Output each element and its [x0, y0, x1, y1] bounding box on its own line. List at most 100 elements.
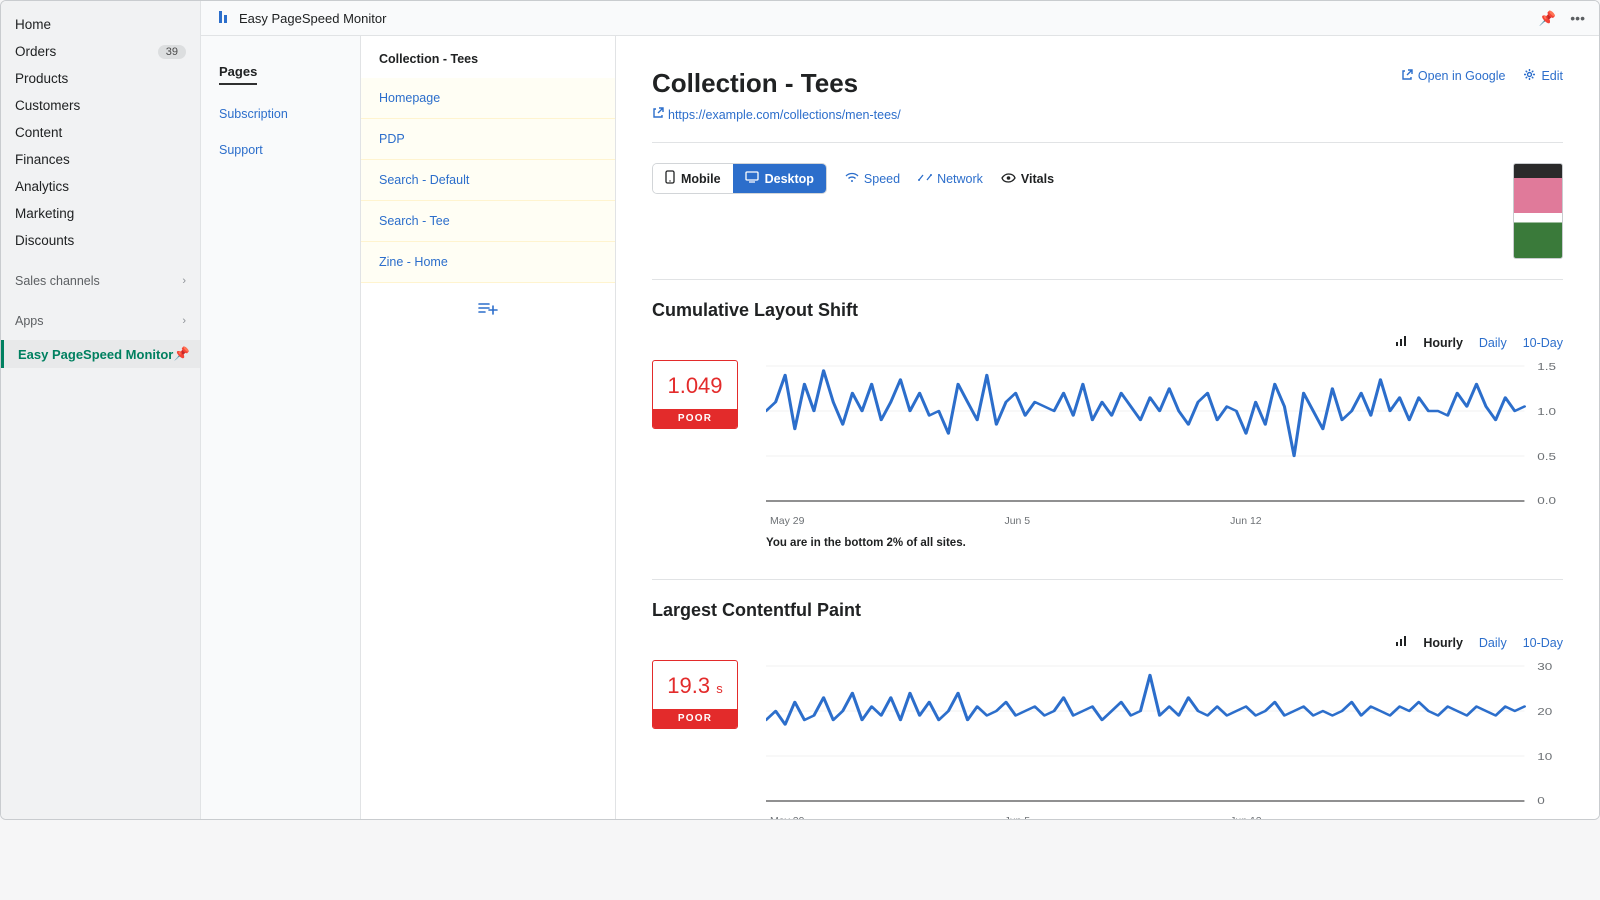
nav-customers[interactable]: Customers — [1, 92, 200, 119]
label: Network — [937, 172, 983, 186]
open-in-google-button[interactable]: Open in Google — [1401, 68, 1506, 84]
metric-title-cls: Cumulative Layout Shift — [652, 300, 1563, 321]
add-page-button[interactable] — [361, 283, 615, 336]
range-row-lcp: Hourly Daily 10-Day — [652, 635, 1563, 650]
bar-chart-icon[interactable] — [1395, 335, 1407, 350]
score-card-cls: 1.049 POOR — [652, 360, 738, 429]
gear-icon — [1523, 68, 1536, 84]
page-url-link[interactable]: https://example.com/collections/men-tees… — [652, 107, 901, 122]
tab-speed[interactable]: Speed — [845, 172, 900, 186]
main-column: Easy PageSpeed Monitor 📌 ••• Pages Subsc… — [201, 1, 1599, 819]
topbar-left: Easy PageSpeed Monitor — [215, 9, 386, 28]
sidebar-page-list: Collection - Tees Homepage PDP Search - … — [361, 36, 616, 819]
svg-text:0: 0 — [1537, 794, 1545, 806]
nav-label: Content — [15, 125, 62, 140]
tab-pages[interactable]: Pages — [219, 64, 257, 85]
external-link-icon — [1401, 69, 1413, 84]
nav-finances[interactable]: Finances — [1, 146, 200, 173]
xtick: Jun 12 — [1230, 815, 1262, 819]
link-support[interactable]: Support — [219, 143, 342, 157]
label: Mobile — [681, 172, 721, 186]
head-actions: Open in Google Edit — [1401, 68, 1563, 84]
page-thumbnail — [1513, 163, 1563, 259]
nav-label: Products — [15, 71, 68, 86]
nav-products[interactable]: Products — [1, 65, 200, 92]
nav-section-apps[interactable]: Apps › — [1, 308, 200, 334]
range-daily[interactable]: Daily — [1479, 636, 1507, 650]
score-value-cls: 1.049 — [653, 361, 737, 409]
label: Speed — [864, 172, 900, 186]
desktop-icon — [745, 171, 759, 186]
range-hourly[interactable]: Hourly — [1423, 636, 1463, 650]
score-card-lcp: 19.3 s POOR — [652, 660, 738, 729]
more-button[interactable]: ••• — [1570, 10, 1585, 26]
xtick: May 29 — [770, 815, 804, 819]
page-item-search-tee[interactable]: Search - Tee — [361, 201, 615, 242]
nav-orders[interactable]: Orders 39 — [1, 38, 200, 65]
nav-label: Home — [15, 17, 51, 32]
nav-marketing[interactable]: Marketing — [1, 200, 200, 227]
playlist-add-icon — [478, 301, 498, 315]
device-mobile-button[interactable]: Mobile — [653, 164, 733, 193]
label: Desktop — [765, 172, 814, 186]
page-item-search-default[interactable]: Search - Default — [361, 160, 615, 201]
nav-analytics[interactable]: Analytics — [1, 173, 200, 200]
nav-app-easy-pagespeed[interactable]: Easy PageSpeed Monitor 📌 — [1, 340, 200, 368]
svg-text:20: 20 — [1537, 705, 1552, 717]
chevron-right-icon: › — [182, 275, 186, 287]
nav-discounts[interactable]: Discounts — [1, 227, 200, 254]
metric-title-lcp: Largest Contentful Paint — [652, 600, 1563, 621]
xtick: Jun 12 — [1230, 515, 1262, 527]
topbar: Easy PageSpeed Monitor 📌 ••• — [201, 1, 1599, 36]
nav-home[interactable]: Home — [1, 11, 200, 38]
xtick: May 29 — [770, 515, 804, 527]
range-hourly[interactable]: Hourly — [1423, 336, 1463, 350]
score-value-lcp: 19.3 s — [653, 661, 737, 709]
edit-button[interactable]: Edit — [1523, 68, 1563, 84]
tab-network[interactable]: Network — [918, 172, 983, 186]
bar-chart-icon[interactable] — [1395, 635, 1407, 650]
footnote-cls: You are in the bottom 2% of all sites. — [766, 537, 1563, 549]
xtick: Jun 5 — [1004, 815, 1030, 819]
sidebar-primary: Pages Subscription Support — [201, 36, 361, 819]
topbar-right: 📌 ••• — [1539, 10, 1585, 27]
range-10day[interactable]: 10-Day — [1523, 336, 1563, 350]
network-icon — [918, 172, 932, 186]
device-desktop-button[interactable]: Desktop — [733, 164, 826, 193]
chart-lcp: 30 20 10 0 — [766, 656, 1563, 806]
xaxis-cls: May 29 Jun 5 Jun 12 — [766, 515, 1563, 527]
svg-text:1.0: 1.0 — [1537, 405, 1556, 417]
orders-badge: 39 — [158, 45, 186, 59]
link-subscription[interactable]: Subscription — [219, 107, 342, 121]
nav-label: Finances — [15, 152, 70, 167]
device-segment: Mobile Desktop — [652, 163, 827, 194]
tab-vitals[interactable]: Vitals — [1001, 172, 1054, 186]
nav-section-sales-channels[interactable]: Sales channels › — [1, 268, 200, 294]
toggle-row: Mobile Desktop Speed — [652, 163, 1563, 259]
wifi-icon — [845, 172, 859, 186]
nav-content[interactable]: Content — [1, 119, 200, 146]
svg-text:1.5: 1.5 — [1537, 360, 1556, 372]
svg-text:30: 30 — [1537, 660, 1552, 672]
score-unit: s — [716, 681, 723, 696]
nav-label: Marketing — [15, 206, 74, 221]
range-daily[interactable]: Daily — [1479, 336, 1507, 350]
eye-icon — [1001, 172, 1016, 186]
score-number: 19.3 — [667, 673, 710, 698]
page-url-text: https://example.com/collections/men-tees… — [668, 108, 901, 122]
chart-cls-wrap: 1.5 1.0 0.5 0.0 May 29 Jun 5 Jun 12 You … — [766, 356, 1563, 549]
page-item-pdp[interactable]: PDP — [361, 119, 615, 160]
pin-icon: 📌 — [174, 346, 190, 362]
svg-text:10: 10 — [1537, 750, 1552, 762]
page-item-homepage[interactable]: Homepage — [361, 78, 615, 119]
external-link-icon — [652, 107, 664, 122]
metric-block-cls: 1.049 POOR 1.5 1.0 0.5 0.0 — [652, 356, 1563, 549]
page-item-zine-home[interactable]: Zine - Home — [361, 242, 615, 283]
range-10day[interactable]: 10-Day — [1523, 636, 1563, 650]
xtick: Jun 5 — [1004, 515, 1030, 527]
nav-label: Customers — [15, 98, 80, 113]
detail-panel: Collection - Tees https://example.com/co… — [616, 36, 1599, 819]
detail-header: Collection - Tees https://example.com/co… — [652, 68, 1563, 122]
pin-button[interactable]: 📌 — [1539, 10, 1556, 27]
segment-group: Mobile Desktop Speed — [652, 163, 1054, 194]
